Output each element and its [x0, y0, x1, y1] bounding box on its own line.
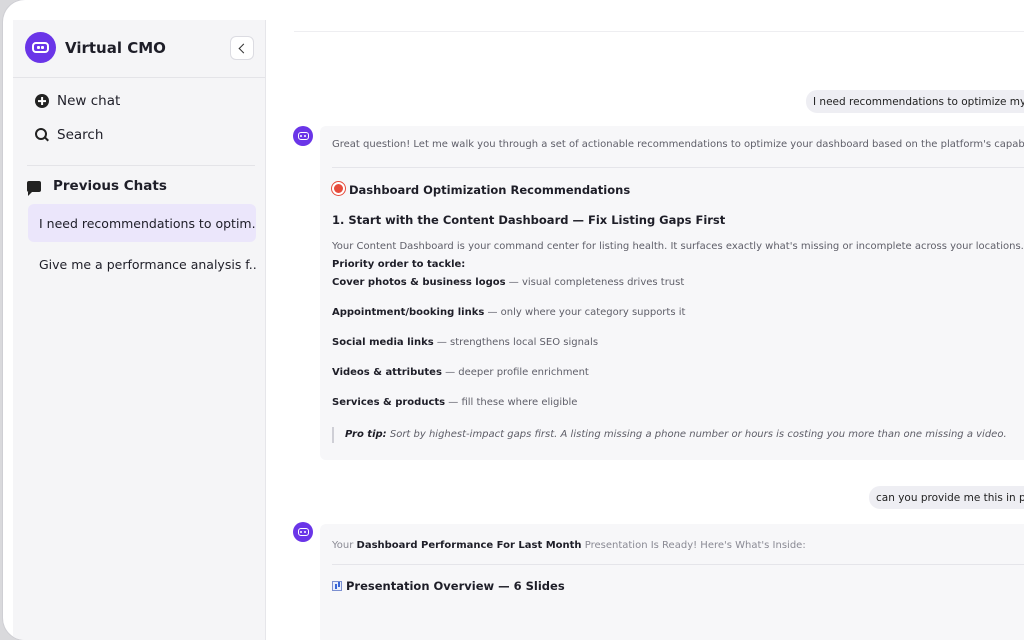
previous-chats-heading: Previous Chats: [27, 178, 167, 196]
divider: [13, 77, 265, 78]
brand: Virtual CMO: [25, 32, 166, 63]
app-name: Virtual CMO: [65, 38, 166, 57]
conversation-panel: I need recommendations to optimize my da…: [266, 0, 1024, 640]
divider: [27, 165, 255, 166]
search-icon: [35, 128, 49, 142]
step-title: 1. Start with the Content Dashboard — Fi…: [332, 213, 726, 227]
bot-avatar-icon: [293, 522, 313, 542]
search-label: Search: [57, 127, 104, 143]
collapse-sidebar-button[interactable]: [230, 36, 254, 60]
bot-intro-text: Great question! Let me walk you through …: [332, 139, 1024, 150]
presentation-ready-text: Your Dashboard Performance For Last Mont…: [332, 540, 806, 551]
chat-history-item[interactable]: Give me a performance analysis f...: [28, 245, 256, 283]
priority-label: Priority order to tackle:: [332, 259, 466, 270]
bot-avatar-icon: [293, 126, 313, 146]
chevron-left-icon: [238, 43, 249, 53]
priority-item: Social media links — strengthens local S…: [332, 337, 599, 348]
user-message: can you provide me this in ppt: [869, 486, 1024, 509]
chat-bubbles-icon: [27, 180, 41, 196]
previous-chats-label: Previous Chats: [53, 178, 167, 194]
user-message: I need recommendations to optimize my da: [806, 90, 1024, 113]
chat-history-label: Give me a performance analysis f...: [39, 256, 256, 272]
app-window: Virtual CMO New chat Search Previous Cha…: [3, 0, 1024, 640]
bot-message: Your Dashboard Performance For Last Mont…: [320, 524, 1024, 640]
priority-item: Cover photos & business logos — visual c…: [332, 277, 685, 288]
recommendations-heading-text: Dashboard Optimization Recommendations: [349, 183, 631, 197]
user-message-text: I need recommendations to optimize my da: [813, 95, 1024, 108]
presentation-overview-title: Presentation Overview — 6 Slides: [332, 579, 565, 593]
bot-logo-icon: [25, 32, 56, 63]
priority-item: Appointment/booking links — only where y…: [332, 307, 686, 318]
user-message-text: can you provide me this in ppt: [876, 491, 1024, 504]
chat-history-label: I need recommendations to optim...: [39, 215, 256, 231]
divider: [332, 167, 1024, 168]
plus-circle-icon: [35, 94, 49, 108]
priority-item: Videos & attributes — deeper profile enr…: [332, 367, 589, 378]
priority-item: Services & products — fill these where e…: [332, 397, 578, 408]
recommendations-heading: Dashboard Optimization Recommendations: [332, 182, 630, 197]
divider: [294, 31, 1024, 32]
bot-message: Great question! Let me walk you through …: [320, 126, 1024, 460]
pro-tip-callout: Pro tip: Sort by highest-impact gaps fir…: [332, 427, 1007, 443]
new-chat-button[interactable]: New chat: [35, 93, 120, 109]
chat-history-item[interactable]: I need recommendations to optim...: [28, 204, 256, 242]
step-paragraph: Your Content Dashboard is your command c…: [332, 241, 1024, 252]
presentation-overview-text: Presentation Overview — 6 Slides: [346, 579, 565, 593]
bar-chart-emoji-icon: [332, 581, 342, 591]
divider: [332, 564, 1024, 565]
sidebar: Virtual CMO New chat Search Previous Cha…: [13, 20, 266, 640]
new-chat-label: New chat: [57, 93, 121, 109]
target-emoji-icon: [332, 182, 345, 195]
search-button[interactable]: Search: [35, 127, 103, 143]
